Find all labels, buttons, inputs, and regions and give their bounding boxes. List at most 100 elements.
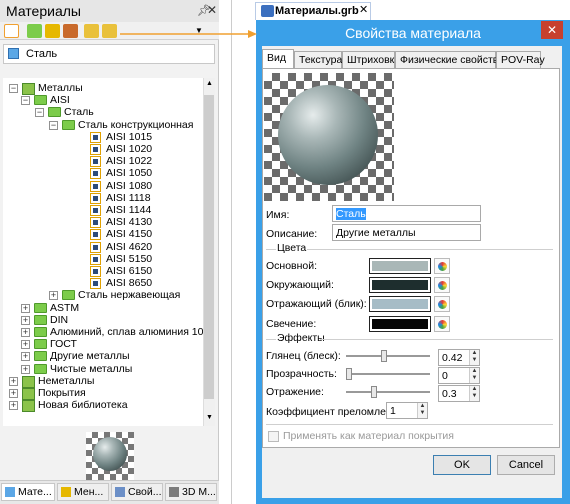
expand-toggle-icon[interactable]: +	[21, 352, 30, 362]
expand-toggle-icon[interactable]: +	[21, 303, 30, 313]
tree-item[interactable]: AISI 1022	[106, 155, 152, 167]
slider-thumb[interactable]	[346, 368, 352, 380]
scroll-up-icon[interactable]: ▲	[206, 80, 213, 87]
export-icon[interactable]	[102, 24, 117, 38]
expand-toggle-icon[interactable]: +	[9, 401, 18, 411]
tree-item[interactable]: Чистые металлы	[50, 363, 132, 375]
expand-toggle-icon[interactable]: −	[49, 120, 58, 130]
slider-thumb[interactable]	[371, 386, 377, 398]
refraction-spinner[interactable]: 1 ▲ ▼	[386, 402, 428, 419]
expand-toggle-icon[interactable]: −	[35, 108, 44, 118]
color-swatch[interactable]	[369, 316, 431, 332]
effect-spinner[interactable]: 0.42 ▲ ▼	[438, 349, 480, 366]
ok-button[interactable]: OK	[433, 455, 491, 475]
expand-toggle-icon[interactable]: +	[21, 364, 30, 374]
tree-item-label: AISI 4130	[106, 216, 153, 229]
tree-item[interactable]: AISI 4130	[106, 216, 152, 228]
tab-physical[interactable]: Физические свойства	[395, 51, 504, 68]
tree-item[interactable]: Сталь конструкционная	[78, 119, 193, 131]
expand-toggle-icon[interactable]: +	[9, 376, 18, 386]
color-swatch[interactable]	[369, 296, 431, 312]
expand-toggle-icon[interactable]: +	[21, 315, 30, 325]
tree-item[interactable]: DIN	[50, 314, 68, 326]
description-input[interactable]: Другие металлы	[332, 224, 481, 241]
material-editor-icon[interactable]	[4, 24, 19, 38]
colors-section-title: Цвета	[277, 242, 307, 254]
color-picker-icon[interactable]	[434, 258, 450, 274]
tab-3d-model[interactable]: 3D М...	[165, 483, 217, 501]
tree-item[interactable]: AISI 8650	[106, 277, 152, 289]
tree-item[interactable]: AISI 1020	[106, 143, 152, 155]
tree-item[interactable]: AISI 4150	[106, 228, 152, 240]
tree-item[interactable]: AISI 1050	[106, 167, 152, 179]
tree-item[interactable]: AISI	[50, 94, 70, 106]
material-name-field[interactable]: Сталь	[3, 44, 215, 64]
tree-item[interactable]: Новая библиотека	[38, 399, 128, 411]
tree-item[interactable]: Неметаллы	[38, 375, 94, 387]
tree-item[interactable]: Сталь нержавеющая	[78, 289, 180, 301]
app-window: Материалы 📌︎ ✕ ▼ Сталь Металлы − AISI − Стал…	[0, 0, 570, 504]
tree-item[interactable]: AISI 1118	[106, 192, 151, 204]
spinner-arrows-icon[interactable]: ▲ ▼	[417, 403, 427, 418]
dialog-close-button[interactable]: ✕	[541, 21, 563, 39]
tab-view[interactable]: Вид	[262, 49, 294, 69]
effect-spinner[interactable]: 0 ▲ ▼	[438, 367, 480, 384]
expand-toggle-icon[interactable]: −	[21, 96, 30, 106]
color-swatch[interactable]	[369, 258, 431, 274]
effect-spinner[interactable]: 0.3 ▲ ▼	[438, 385, 480, 402]
spinner-arrows-icon[interactable]: ▲ ▼	[469, 350, 479, 365]
color-picker-icon[interactable]	[434, 277, 450, 293]
tab-properties[interactable]: Свой...	[111, 483, 163, 501]
tree-item[interactable]: ГОСТ	[50, 338, 77, 350]
tree-item[interactable]: Сталь	[64, 106, 94, 118]
close-icon[interactable]: ✕	[359, 3, 368, 16]
scroll-down-icon[interactable]: ▼	[206, 414, 213, 421]
slider-thumb[interactable]	[381, 350, 387, 362]
material-icon	[90, 192, 101, 204]
folder-icon	[62, 119, 75, 130]
tab-povray[interactable]: POV-Ray	[496, 51, 545, 68]
tree-item[interactable]: Другие металлы	[50, 350, 130, 362]
tab-label: Мате...	[18, 486, 52, 498]
new-folder-icon[interactable]	[45, 24, 60, 38]
tab-hatch[interactable]: Штриховка	[342, 51, 400, 68]
effect-slider[interactable]	[346, 355, 430, 357]
tree-item[interactable]: AISI 4620	[106, 241, 152, 253]
tab-materials[interactable]: Мате...	[1, 483, 55, 501]
expand-toggle-icon[interactable]: +	[21, 328, 30, 337]
color-picker-icon[interactable]	[434, 296, 450, 312]
spinner-arrows-icon[interactable]: ▲ ▼	[469, 386, 479, 401]
coating-checkbox[interactable]	[268, 431, 279, 442]
color-picker-icon[interactable]	[434, 316, 450, 332]
tree-item[interactable]: Покрытия	[38, 387, 86, 399]
color-swatch[interactable]	[369, 277, 431, 293]
effect-slider[interactable]	[346, 373, 430, 375]
callout-arrow	[120, 30, 257, 38]
new-material-icon[interactable]	[27, 24, 42, 38]
tab-menu[interactable]: Мен...	[57, 483, 109, 501]
tree-item[interactable]: ASTM	[50, 302, 79, 314]
expand-toggle-icon[interactable]: +	[9, 389, 18, 398]
tree-item[interactable]: Металлы	[38, 82, 83, 94]
name-input[interactable]: Сталь	[332, 205, 481, 222]
tree-item[interactable]: AISI 1015	[106, 131, 152, 143]
import-icon[interactable]	[84, 24, 99, 38]
tree-item[interactable]: AISI 1144	[106, 204, 151, 216]
material-icon	[90, 156, 101, 168]
scrollbar-thumb[interactable]	[204, 95, 214, 399]
tree-item[interactable]: AISI 6150	[106, 265, 152, 277]
close-icon[interactable]: ✕	[207, 3, 217, 17]
expand-toggle-icon[interactable]: +	[21, 340, 30, 350]
tree-item[interactable]: AISI 1080	[106, 180, 152, 192]
tab-texture[interactable]: Текстура	[294, 51, 342, 68]
expand-toggle-icon[interactable]: +	[49, 291, 58, 301]
material-icon	[90, 278, 101, 290]
expand-toggle-icon[interactable]: −	[9, 84, 18, 93]
cancel-button[interactable]: Cancel	[497, 455, 555, 475]
delete-icon[interactable]	[63, 24, 78, 38]
materials-tree[interactable]: Металлы − AISI − Сталь − Сталь конструкционная…	[3, 78, 203, 426]
spinner-arrows-icon[interactable]: ▲ ▼	[469, 368, 479, 383]
effect-slider[interactable]	[346, 391, 430, 393]
tree-item[interactable]: AISI 5150	[106, 253, 152, 265]
tree-item[interactable]: Алюминий, сплав алюминия 1000	[50, 326, 203, 338]
